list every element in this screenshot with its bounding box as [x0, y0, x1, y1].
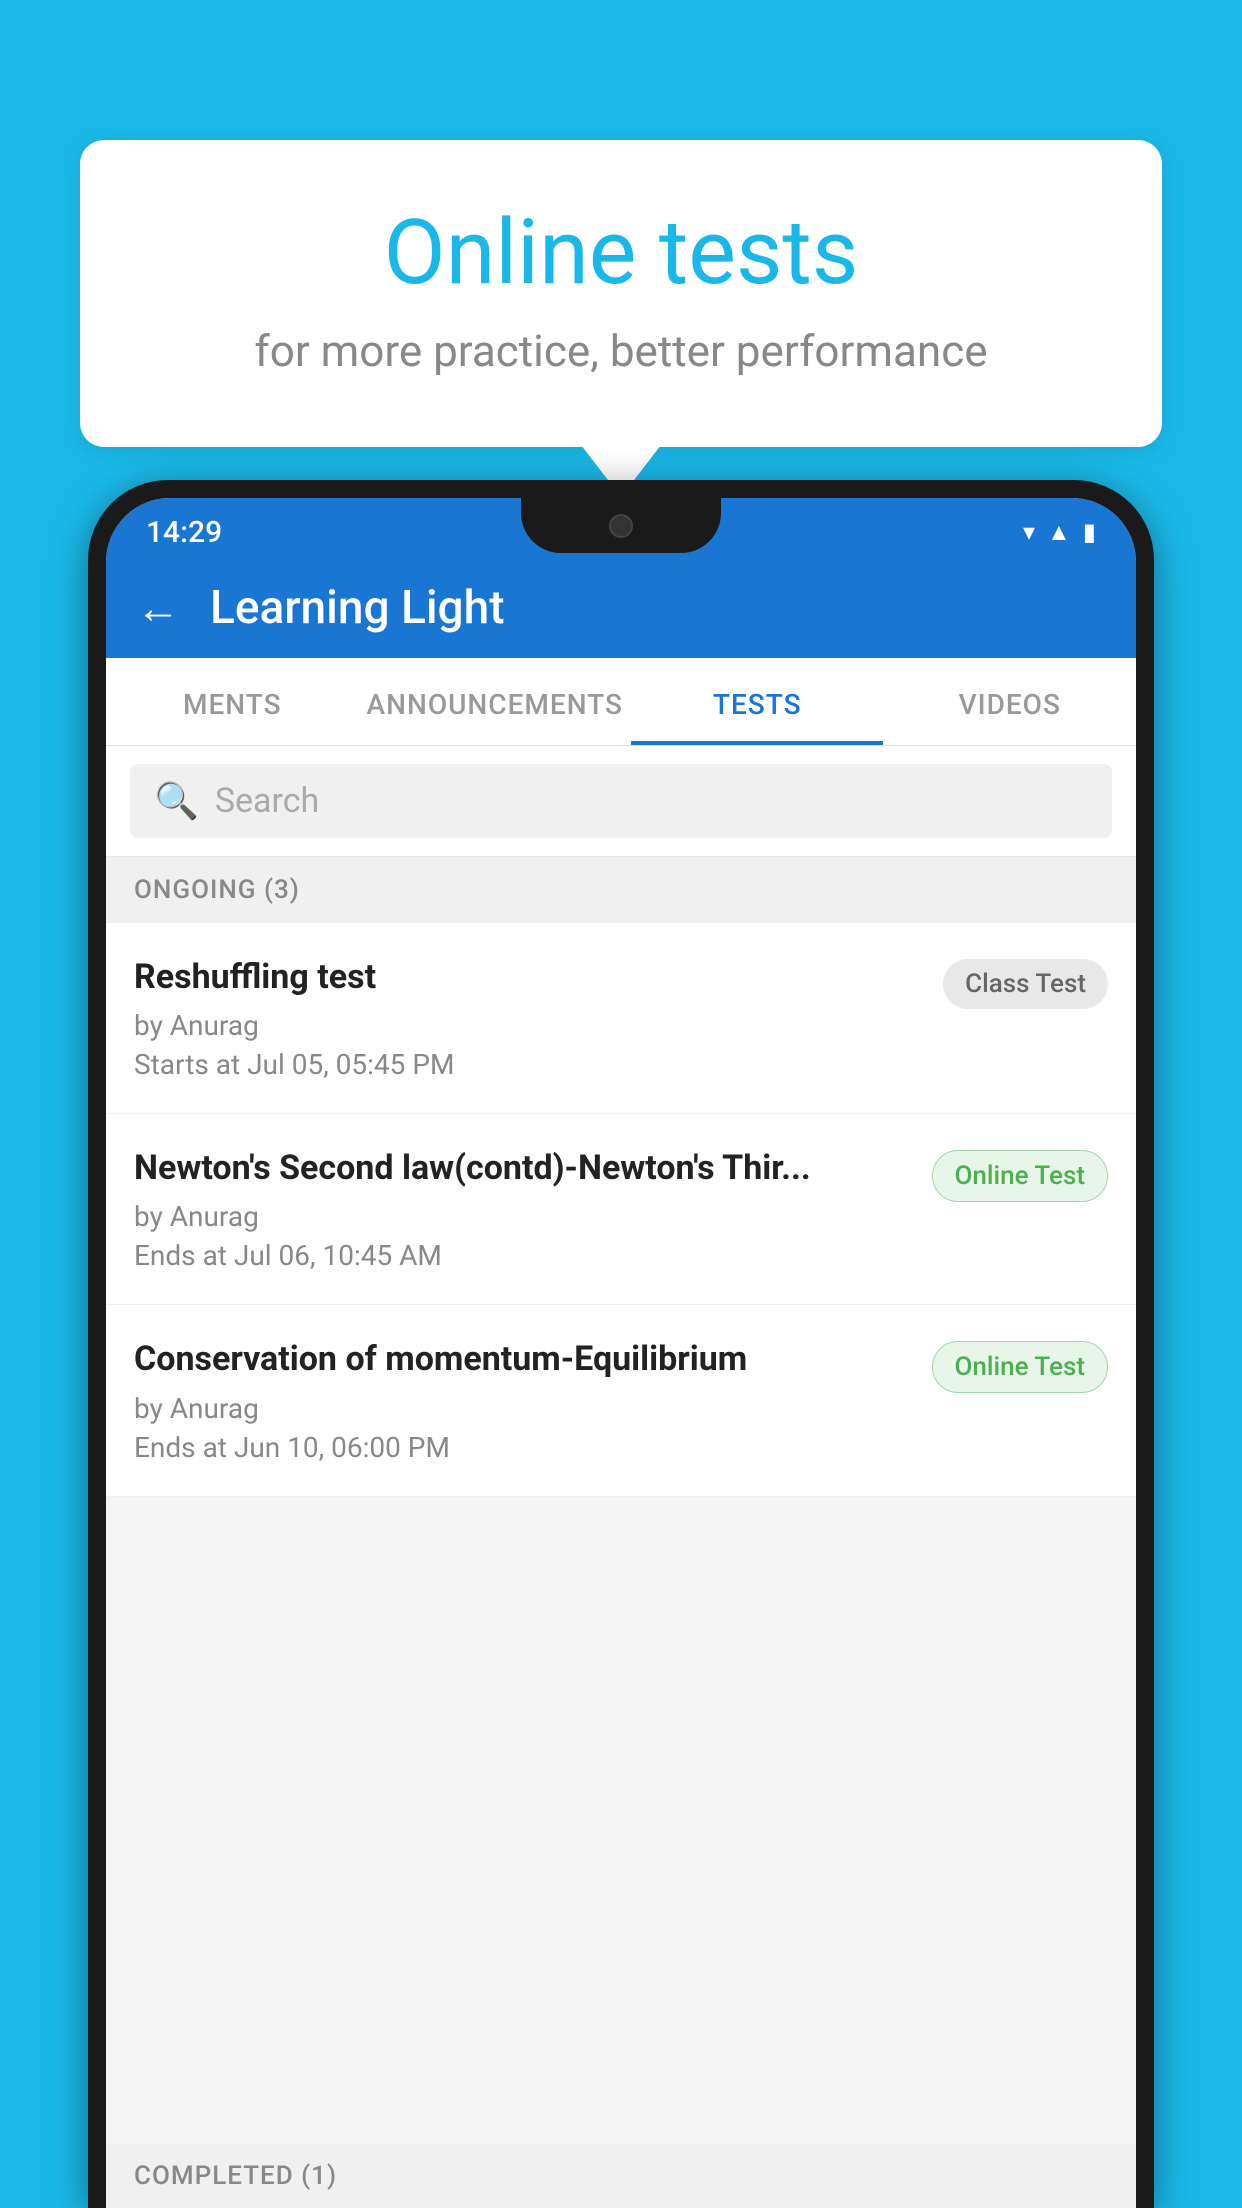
test-info: Newton's Second law(contd)-Newton's Thir… [134, 1146, 912, 1272]
search-input-wrapper[interactable]: 🔍 Search [130, 764, 1112, 838]
camera [609, 514, 633, 538]
wifi-icon: ▾ [1023, 518, 1035, 546]
speech-bubble-container: Online tests for more practice, better p… [80, 140, 1162, 447]
speech-bubble: Online tests for more practice, better p… [80, 140, 1162, 447]
battery-icon: ▮ [1083, 518, 1096, 546]
test-badge: Class Test [943, 959, 1108, 1009]
test-badge: Online Test [932, 1150, 1109, 1202]
status-time: 14:29 [146, 515, 222, 550]
test-name: Conservation of momentum-Equilibrium [134, 1337, 912, 1381]
search-icon: 🔍 [154, 780, 199, 822]
tab-tests[interactable]: TESTS [631, 658, 884, 745]
test-item[interactable]: Newton's Second law(contd)-Newton's Thir… [106, 1114, 1136, 1305]
test-date: Starts at Jul 05, 05:45 PM [134, 1048, 923, 1081]
search-container: 🔍 Search [106, 746, 1136, 857]
tab-announcements[interactable]: ANNOUNCEMENTS [359, 658, 631, 745]
search-input[interactable]: Search [215, 781, 319, 821]
test-date: Ends at Jul 06, 10:45 AM [134, 1239, 912, 1272]
test-by: by Anurag [134, 1200, 912, 1233]
tabs-container: MENTS ANNOUNCEMENTS TESTS VIDEOS [106, 658, 1136, 746]
phone-screen: 14:29 ▾ ▲ ▮ ← Learning Light MENTS ANNOU… [106, 498, 1136, 2208]
tab-videos[interactable]: VIDEOS [883, 658, 1136, 745]
bubble-subtitle: for more practice, better performance [160, 325, 1082, 377]
app-bar: ← Learning Light [106, 558, 1136, 658]
test-list: Reshuffling test by Anurag Starts at Jul… [106, 923, 1136, 1497]
test-name: Newton's Second law(contd)-Newton's Thir… [134, 1146, 912, 1190]
tab-ments[interactable]: MENTS [106, 658, 359, 745]
completed-section-header: COMPLETED (1) [106, 2144, 1136, 2208]
status-icons: ▾ ▲ ▮ [1023, 518, 1096, 547]
signal-icon: ▲ [1047, 518, 1071, 547]
test-badge: Online Test [932, 1341, 1109, 1393]
test-info: Conservation of momentum-Equilibrium by … [134, 1337, 912, 1463]
phone-notch [521, 498, 721, 553]
test-info: Reshuffling test by Anurag Starts at Jul… [134, 955, 923, 1081]
test-by: by Anurag [134, 1392, 912, 1425]
app-title: Learning Light [210, 581, 505, 635]
test-item[interactable]: Reshuffling test by Anurag Starts at Jul… [106, 923, 1136, 1114]
test-item[interactable]: Conservation of momentum-Equilibrium by … [106, 1305, 1136, 1496]
test-by: by Anurag [134, 1009, 923, 1042]
ongoing-section-header: ONGOING (3) [106, 857, 1136, 923]
back-button[interactable]: ← [136, 582, 180, 634]
bubble-title: Online tests [160, 200, 1082, 305]
test-name: Reshuffling test [134, 955, 923, 999]
phone-frame: 14:29 ▾ ▲ ▮ ← Learning Light MENTS ANNOU… [88, 480, 1154, 2208]
test-date: Ends at Jun 10, 06:00 PM [134, 1431, 912, 1464]
